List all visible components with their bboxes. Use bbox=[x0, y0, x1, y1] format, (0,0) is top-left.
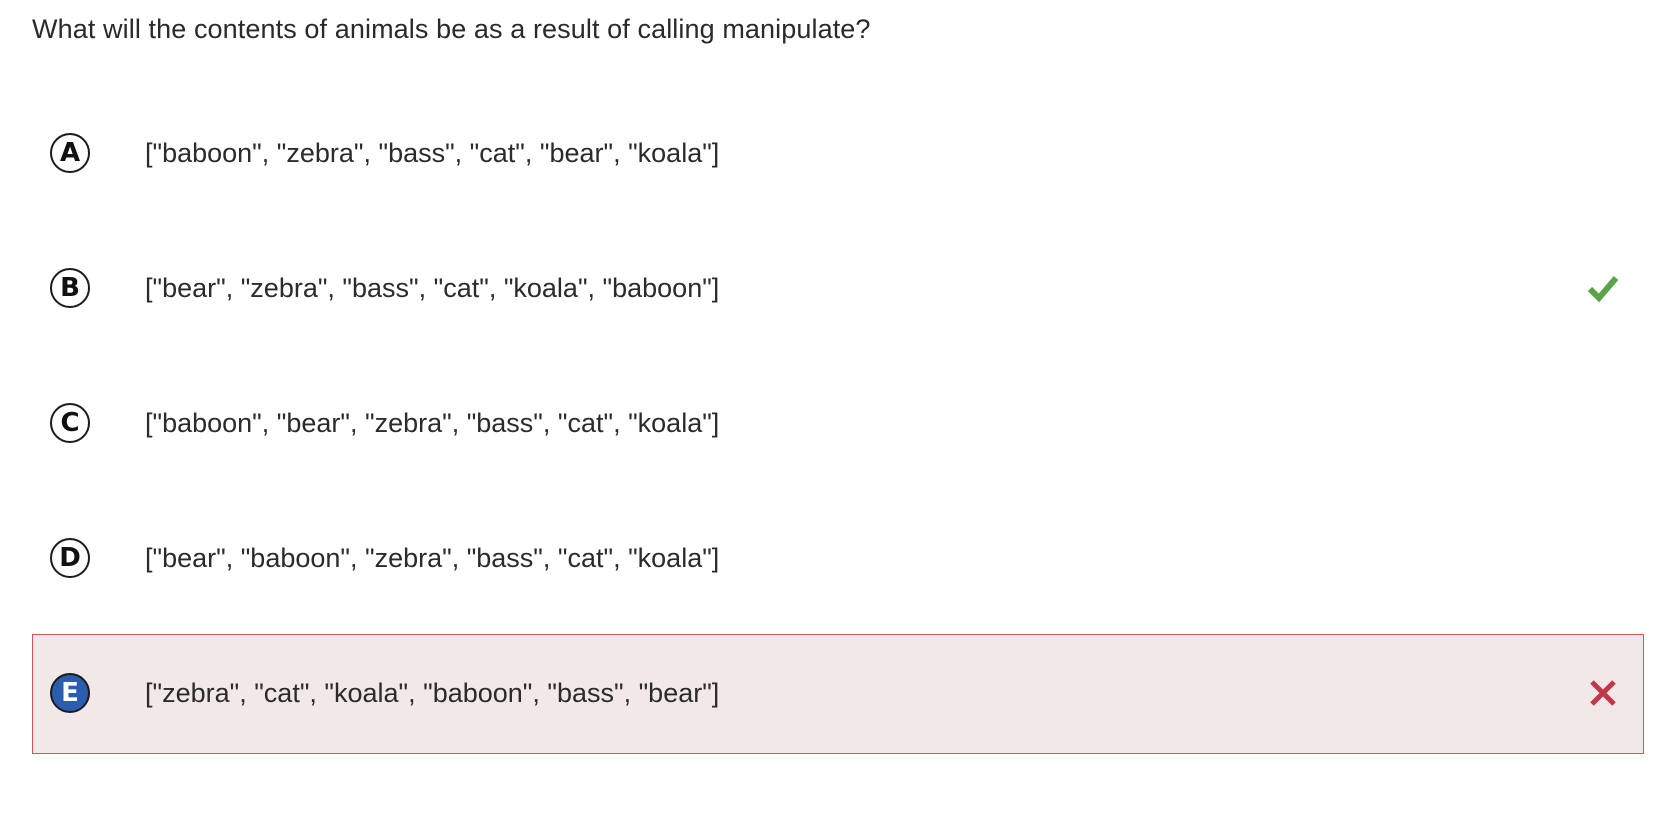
choice-b-text: ["bear", "zebra", "bass", "cat", "koala"… bbox=[145, 273, 720, 303]
choice-e-letter-badge: E bbox=[50, 673, 90, 713]
choice-c[interactable]: C ["baboon", "bear", "zebra", "bass", "c… bbox=[32, 360, 1644, 486]
choice-a-letter-badge: A bbox=[50, 133, 90, 173]
choice-b[interactable]: B ["bear", "zebra", "bass", "cat", "koal… bbox=[32, 225, 1644, 351]
question-text: What will the contents of animals be as … bbox=[32, 14, 871, 44]
x-mark-icon bbox=[1590, 680, 1616, 706]
choice-c-letter-badge: C bbox=[50, 403, 90, 443]
checkmark-icon bbox=[1587, 276, 1619, 303]
choice-d-text: ["bear", "baboon", "zebra", "bass", "cat… bbox=[145, 543, 720, 573]
choice-c-text: ["baboon", "bear", "zebra", "bass", "cat… bbox=[145, 408, 720, 438]
choice-a[interactable]: A ["baboon", "zebra", "bass", "cat", "be… bbox=[32, 90, 1644, 216]
choice-a-text: ["baboon", "zebra", "bass", "cat", "bear… bbox=[145, 138, 720, 168]
choice-d[interactable]: D ["bear", "baboon", "zebra", "bass", "c… bbox=[32, 495, 1644, 621]
choice-b-letter-badge: B bbox=[50, 268, 90, 308]
choice-e-text: ["zebra", "cat", "koala", "baboon", "bas… bbox=[145, 678, 720, 708]
choice-d-letter-badge: D bbox=[50, 538, 90, 578]
choice-e[interactable]: E ["zebra", "cat", "koala", "baboon", "b… bbox=[32, 634, 1644, 754]
